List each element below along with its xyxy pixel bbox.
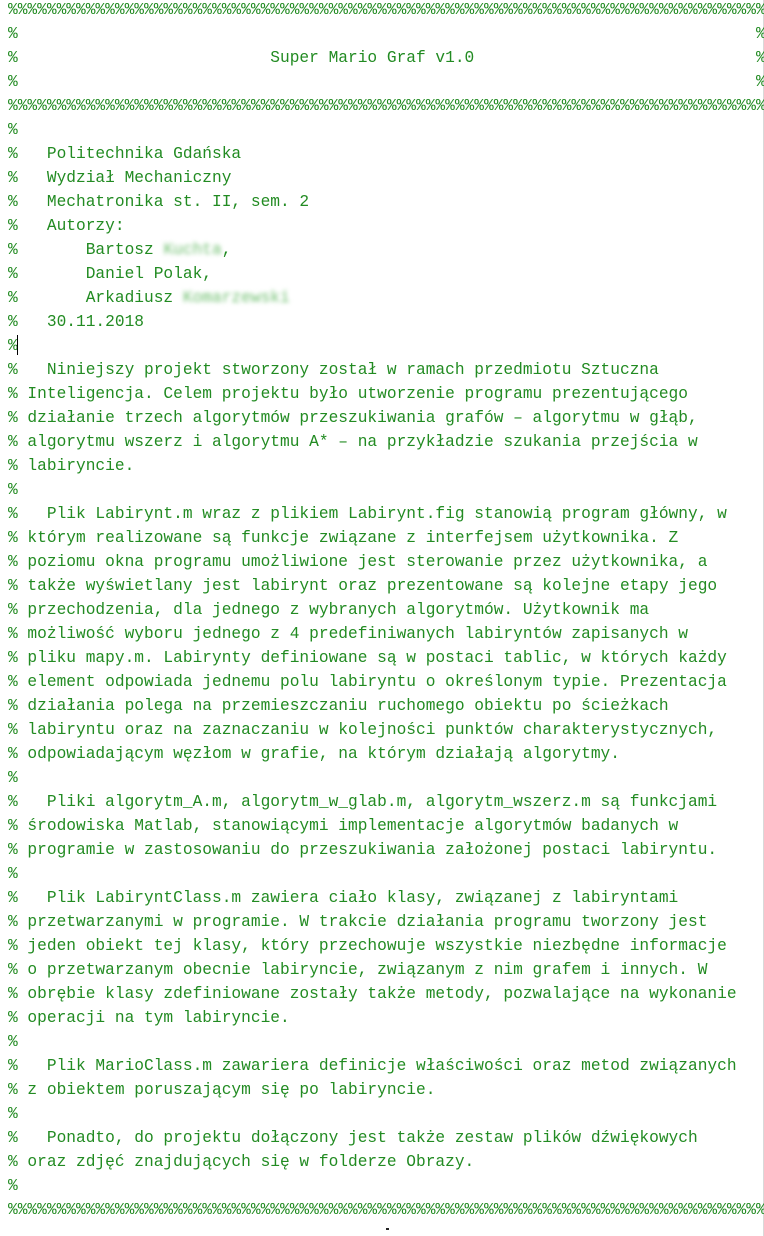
code-line: % możliwość wyboru jednego z 4 predefini… <box>8 625 688 643</box>
code-line: % <box>8 1105 18 1123</box>
code-line: % poziomu okna programu umożliwione jest… <box>8 553 708 571</box>
code-line: % Plik Labirynt.m wraz z plikiem Labiryn… <box>8 505 727 523</box>
code-line: % labiryncie. <box>8 457 135 475</box>
redacted-surname-3: Komarzewski <box>182 289 290 307</box>
code-line: % element odpowiada jednemu polu labiryn… <box>8 673 727 691</box>
code-line: % <box>8 481 18 499</box>
author-line-1: % Bartosz Kuchta, <box>8 238 231 262</box>
code-line: % środowiska Matlab, stanowiącymi implem… <box>8 817 679 835</box>
author-1-comma: , <box>221 241 232 259</box>
author-3-name: % Arkadiusz <box>8 289 183 307</box>
code-line: % pliku mapy.m. Labirynty definiowane są… <box>8 649 727 667</box>
code-line: % z obiektem poruszającym się po labiryn… <box>8 1081 436 1099</box>
code-line: % % <box>8 73 764 91</box>
code-line: % którym realizowane są funkcje związane… <box>8 529 679 547</box>
redacted-surname-1: Kuchta <box>163 241 222 259</box>
code-line: % <box>8 865 18 883</box>
scroll-marker <box>386 1228 389 1230</box>
code-line: % <box>8 1033 18 1051</box>
code-line: % labiryntu oraz na zaznaczaniu w kolejn… <box>8 721 718 739</box>
code-line: % programie w zastosowaniu do przeszukiw… <box>8 841 718 859</box>
code-line: % Inteligencja. Celem projektu było utwo… <box>8 385 688 403</box>
code-line: % Plik LabiryntClass.m zawiera ciało kla… <box>8 889 679 907</box>
code-line: % odpowiadającym węzłom w grafie, na któ… <box>8 745 620 763</box>
code-line: % Ponadto, do projektu dołączony jest ta… <box>8 1129 698 1147</box>
code-line: % działanie trzech algorytmów przeszukiw… <box>8 409 698 427</box>
code-line: % obrębie klasy zdefiniowane zostały tak… <box>8 985 737 1003</box>
code-line: % Plik MarioClass.m zawariera definicje … <box>8 1057 737 1075</box>
code-line: % <box>8 121 18 139</box>
code-line: % jeden obiekt tej klasy, który przechow… <box>8 937 727 955</box>
code-line: % o przetwarzanym obecnie labiryncie, zw… <box>8 961 708 979</box>
code-line: % Pliki algorytm_A.m, algorytm_w_glab.m,… <box>8 793 718 811</box>
text-cursor <box>17 335 18 355</box>
university-line: % Politechnika Gdańska <box>8 145 242 163</box>
code-line: % <box>8 1177 18 1195</box>
code-line: % <box>8 769 18 787</box>
faculty-line: % Wydział Mechaniczny <box>8 169 232 187</box>
code-line: % oraz zdjęć znajdujących się w folderze… <box>8 1153 475 1171</box>
code-line: % przechodzenia, dla jednego z wybranych… <box>8 601 650 619</box>
code-line: %%%%%%%%%%%%%%%%%%%%%%%%%%%%%%%%%%%%%%%%… <box>8 1 764 19</box>
course-line: % Mechatronika st. II, sem. 2 <box>8 193 310 211</box>
code-line: % także wyświetlany jest labirynt oraz p… <box>8 577 718 595</box>
code-line: % Niniejszy projekt stworzony został w r… <box>8 361 659 379</box>
author-1-name: % Bartosz <box>8 241 164 259</box>
code-line: % % <box>8 25 764 43</box>
code-editor[interactable]: %%%%%%%%%%%%%%%%%%%%%%%%%%%%%%%%%%%%%%%%… <box>0 0 764 1236</box>
author-line-2: % Daniel Polak, <box>8 265 212 283</box>
date-line: % 30.11.2018 <box>8 313 144 331</box>
author-line-3: % Arkadiusz Komarzewski <box>8 286 290 310</box>
code-line: %%%%%%%%%%%%%%%%%%%%%%%%%%%%%%%%%%%%%%%%… <box>8 1201 764 1219</box>
code-line: % algorytmu wszerz i algorytmu A* – na p… <box>8 433 698 451</box>
program-title: % Super Mario Graf v1.0 % <box>8 49 764 67</box>
code-line: % działania polega na przemieszczaniu ru… <box>8 697 669 715</box>
authors-heading: % Autorzy: <box>8 217 125 235</box>
code-line: %%%%%%%%%%%%%%%%%%%%%%%%%%%%%%%%%%%%%%%%… <box>8 97 764 115</box>
code-line: % przetwarzanymi w programie. W trakcie … <box>8 913 708 931</box>
code-line: % operacji na tym labiryncie. <box>8 1009 290 1027</box>
